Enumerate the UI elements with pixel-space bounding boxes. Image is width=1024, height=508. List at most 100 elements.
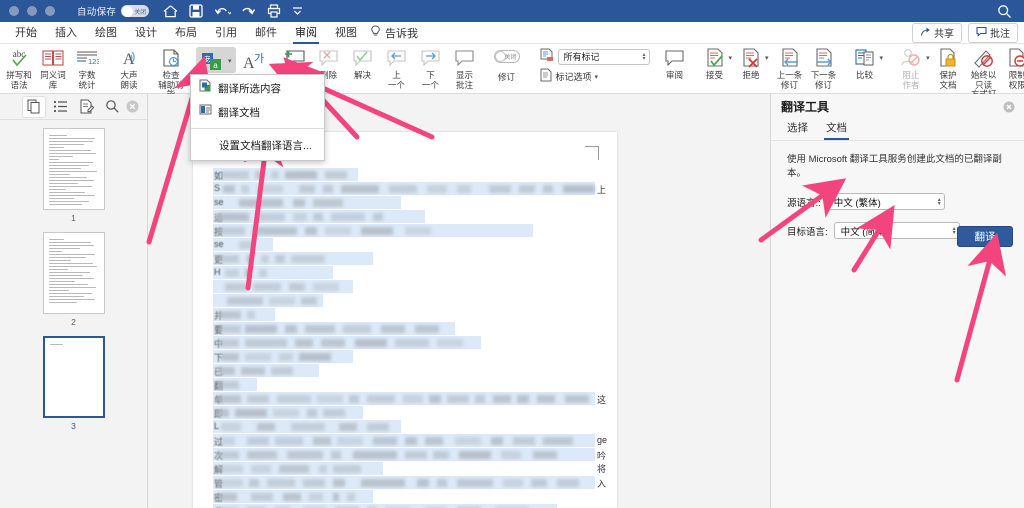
document-line[interactable]: 参 — [213, 504, 603, 508]
document-line[interactable]: 如 — [213, 168, 603, 181]
save-icon[interactable] — [189, 4, 203, 18]
thumbnail-page-3[interactable] — [42, 336, 105, 418]
resolve-comment-button[interactable]: 解决 — [346, 44, 380, 81]
tell-me-button[interactable]: 告诉我 — [370, 24, 418, 41]
tab-view[interactable]: 视图 — [326, 22, 366, 43]
document-page[interactable]: 如S上se运按se更H并要中下已翻单这即L过ge次吟将解管入密参G半eb-本 — [193, 132, 617, 508]
document-line[interactable] — [213, 280, 603, 293]
tab-layout[interactable]: 布局 — [166, 22, 206, 43]
stepper-icon[interactable]: ▴ ▾ — [953, 226, 956, 236]
previous-change-button[interactable]: 上一条 修订 — [773, 44, 807, 90]
spelling-grammar-button[interactable]: abc 拼写和 语法 — [2, 44, 36, 90]
document-line[interactable]: 过 ge — [213, 434, 607, 447]
undo-icon[interactable] — [214, 5, 232, 18]
print-icon[interactable] — [267, 4, 281, 18]
tab-document[interactable]: 文档 — [824, 120, 849, 140]
document-line[interactable]: 中 — [213, 336, 603, 349]
document-line[interactable]: 运 — [213, 210, 603, 223]
document-line[interactable]: se — [213, 196, 603, 209]
close-pane-button[interactable] — [126, 100, 139, 118]
translate-dropdown-menu[interactable]: 翻译所选内容 翻译文档 设置文档翻译语言... — [190, 74, 325, 161]
word-count-button[interactable]: 123 字数 统计 — [70, 44, 104, 90]
document-line[interactable]: 管入 — [213, 476, 606, 489]
document-text[interactable]: 如S上se运按se更H并要中下已翻单这即L过ge次吟将解管入密参G半eb-本 — [213, 168, 607, 508]
document-line[interactable]: 单这 — [213, 392, 606, 405]
thumbnail-page-1[interactable] — [42, 128, 105, 210]
target-language-select[interactable]: 中文 (简体) ▴ ▾ — [833, 222, 960, 239]
source-language-select[interactable]: 中文 (繁体) ▴ ▾ — [826, 193, 945, 210]
document-line[interactable]: 并 — [213, 308, 603, 321]
restrict-permission-button[interactable]: 限制权限 ▾ — [1002, 44, 1024, 90]
previous-comment-button[interactable]: 上 一个 — [380, 44, 414, 90]
document-line[interactable]: se — [213, 238, 603, 251]
close-panel-button[interactable] — [1003, 100, 1015, 118]
document-line[interactable] — [213, 294, 603, 307]
reject-button[interactable]: 拒绝 ▾ — [736, 44, 773, 81]
window-controls[interactable] — [0, 6, 55, 16]
comments-button[interactable]: 批注 — [968, 23, 1018, 43]
document-line[interactable]: 要 — [213, 322, 603, 335]
document-line[interactable]: 下 — [213, 350, 603, 363]
tab-draw[interactable]: 绘图 — [86, 22, 126, 43]
chevron-down-icon[interactable]: ▾ — [228, 57, 232, 65]
translate-button[interactable]: あa ▾ — [196, 47, 236, 73]
tab-references[interactable]: 引用 — [206, 22, 246, 43]
autosave-toggle[interactable]: 关闭 — [121, 5, 150, 17]
reviewing-pane-button[interactable]: 审阅 — [658, 44, 692, 81]
search-icon[interactable] — [997, 4, 1012, 24]
document-line[interactable]: 密 — [213, 490, 603, 503]
chevron-down-icon[interactable]: ▾ — [595, 73, 599, 81]
thesaurus-button[interactable]: 同义词 库 — [36, 44, 70, 90]
document-line[interactable]: 翻 — [213, 378, 603, 391]
minimize-window-button[interactable] — [27, 6, 37, 16]
thumbnail-page-2[interactable] — [42, 232, 105, 314]
tab-start[interactable]: 开始 — [6, 22, 46, 43]
document-line[interactable]: 按 — [213, 224, 603, 237]
thumbnail-item[interactable]: 2 — [42, 232, 105, 333]
thumbnails-tab[interactable] — [22, 95, 46, 118]
search-tab[interactable] — [100, 96, 124, 118]
home-icon[interactable] — [163, 4, 178, 18]
maximize-window-button[interactable] — [45, 6, 55, 16]
stepper-icon[interactable]: ▴ ▾ — [643, 52, 646, 62]
stepper-icon[interactable]: ▴ ▾ — [938, 197, 941, 207]
show-comments-button[interactable]: 显示 批注 — [448, 44, 482, 90]
read-aloud-button[interactable]: A 大声 朗读 — [112, 44, 146, 90]
document-line[interactable]: 已 — [213, 364, 603, 377]
accept-button[interactable]: 接受 ▾ — [700, 44, 737, 81]
next-comment-button[interactable]: 下 一个 — [414, 44, 448, 90]
document-line[interactable]: 即 — [213, 406, 603, 419]
document-line[interactable]: H — [213, 266, 603, 279]
document-line[interactable]: 更 — [213, 252, 603, 265]
tab-review[interactable]: 审阅 — [286, 22, 326, 44]
markup-display-select[interactable]: 所有标记 ▴ ▾ — [557, 48, 650, 65]
thumbnail-item[interactable]: 3 — [42, 336, 105, 437]
close-window-button[interactable] — [9, 6, 19, 16]
markup-options-button[interactable]: 标记选项 ▾ — [539, 68, 599, 85]
protect-document-button[interactable]: 保护 文档 — [931, 44, 965, 90]
compare-button[interactable]: 比较 ▾ — [849, 44, 888, 81]
more-commands-icon[interactable] — [292, 6, 303, 16]
language-button[interactable]: A가 — [236, 47, 270, 73]
document-line[interactable]: 次吟将 — [213, 448, 606, 474]
share-button[interactable]: 共享 — [912, 23, 962, 43]
redo-icon[interactable] — [242, 5, 256, 18]
tab-design[interactable]: 设计 — [126, 22, 166, 43]
menu-item-set-translation-language[interactable]: 设置文档翻译语言... — [191, 132, 324, 160]
chevron-down-icon[interactable]: ▾ — [880, 54, 884, 62]
menu-item-translate-document[interactable]: 翻译文档 — [191, 100, 324, 125]
review-edit-tab[interactable] — [74, 96, 98, 118]
next-change-button[interactable]: 下一条 修订 — [807, 44, 841, 90]
tab-mailings[interactable]: 邮件 — [246, 22, 286, 43]
translate-submit-button[interactable]: 翻译 — [957, 226, 1013, 247]
document-line[interactable]: L — [213, 420, 603, 433]
tab-selection[interactable]: 选择 — [787, 120, 808, 140]
menu-item-translate-selection[interactable]: 翻译所选内容 — [191, 75, 324, 100]
document-line[interactable]: S上 — [213, 182, 606, 195]
check-accessibility-button[interactable]: 检查 辅助功能 — [154, 44, 188, 100]
outline-tab[interactable] — [48, 96, 72, 118]
chevron-down-icon[interactable]: ▾ — [765, 54, 769, 62]
document-line[interactable]: 解 — [213, 462, 603, 475]
chevron-down-icon[interactable]: ▾ — [729, 54, 733, 62]
track-changes-toggle[interactable]: 关闭 — [493, 50, 520, 63]
